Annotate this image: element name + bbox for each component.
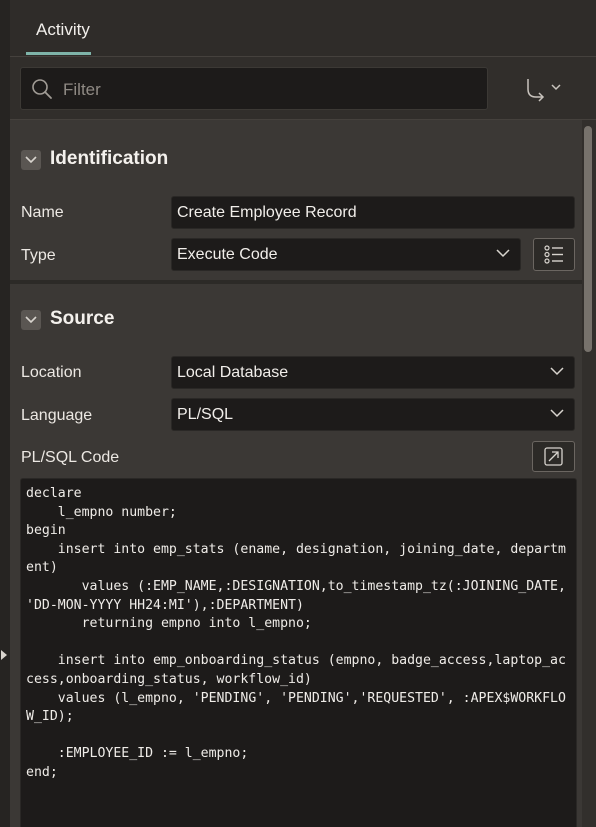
plsql-code-editor[interactable]: declare l_empno number; begin insert int… — [20, 478, 577, 827]
language-select[interactable]: PL/SQL — [171, 398, 575, 431]
goto-group-button[interactable] — [518, 69, 566, 107]
location-select[interactable]: Local Database — [171, 356, 575, 389]
location-label: Location — [21, 364, 82, 381]
name-field[interactable]: Create Employee Record — [171, 196, 575, 229]
tab-activity-label: Activity — [36, 20, 90, 39]
left-edge — [0, 0, 10, 827]
section-source-header[interactable]: Source — [10, 286, 582, 346]
expand-code-editor-button[interactable] — [532, 441, 575, 472]
toolbar — [10, 57, 596, 120]
scrollbar-thumb[interactable] — [584, 126, 592, 352]
chevron-down-icon — [550, 367, 564, 376]
section-source-title: Source — [50, 308, 115, 329]
tab-activity[interactable]: Activity — [26, 0, 91, 56]
list-icon — [544, 245, 563, 264]
tab-bar: Activity — [10, 0, 596, 57]
plsql-code-label: PL/SQL Code — [21, 449, 120, 466]
collapse-chevron-icon[interactable] — [21, 150, 41, 170]
section-identification-title: Identification — [50, 148, 169, 169]
search-icon — [32, 79, 52, 99]
type-value: Execute Code — [177, 246, 278, 263]
language-label: Language — [21, 407, 93, 424]
properties-scrollbar[interactable] — [584, 122, 594, 822]
location-value: Local Database — [177, 364, 289, 381]
property-editor-panel: Activity Identification Na — [10, 0, 596, 827]
goto-arrow-icon — [527, 79, 561, 102]
plsql-code-text: declare l_empno number; begin insert int… — [26, 486, 566, 780]
name-label: Name — [21, 204, 64, 221]
type-select[interactable]: Execute Code — [171, 238, 521, 271]
filter-box — [20, 67, 488, 111]
type-list-button[interactable] — [533, 238, 575, 271]
name-value: Create Employee Record — [177, 204, 357, 221]
chevron-down-icon — [550, 409, 564, 418]
section-identification-header[interactable]: Identification — [10, 126, 582, 186]
type-label: Type — [21, 247, 56, 264]
filter-input[interactable] — [61, 68, 465, 111]
section-divider — [10, 280, 582, 284]
properties-content: Identification Name Create Employee Reco… — [10, 120, 582, 827]
language-value: PL/SQL — [177, 406, 234, 423]
panel-collapse-arrow-icon[interactable] — [1, 650, 7, 660]
active-tab-indicator — [26, 52, 91, 55]
expand-editor-icon — [544, 447, 563, 466]
collapse-chevron-icon[interactable] — [21, 310, 41, 330]
chevron-down-icon — [496, 249, 510, 258]
